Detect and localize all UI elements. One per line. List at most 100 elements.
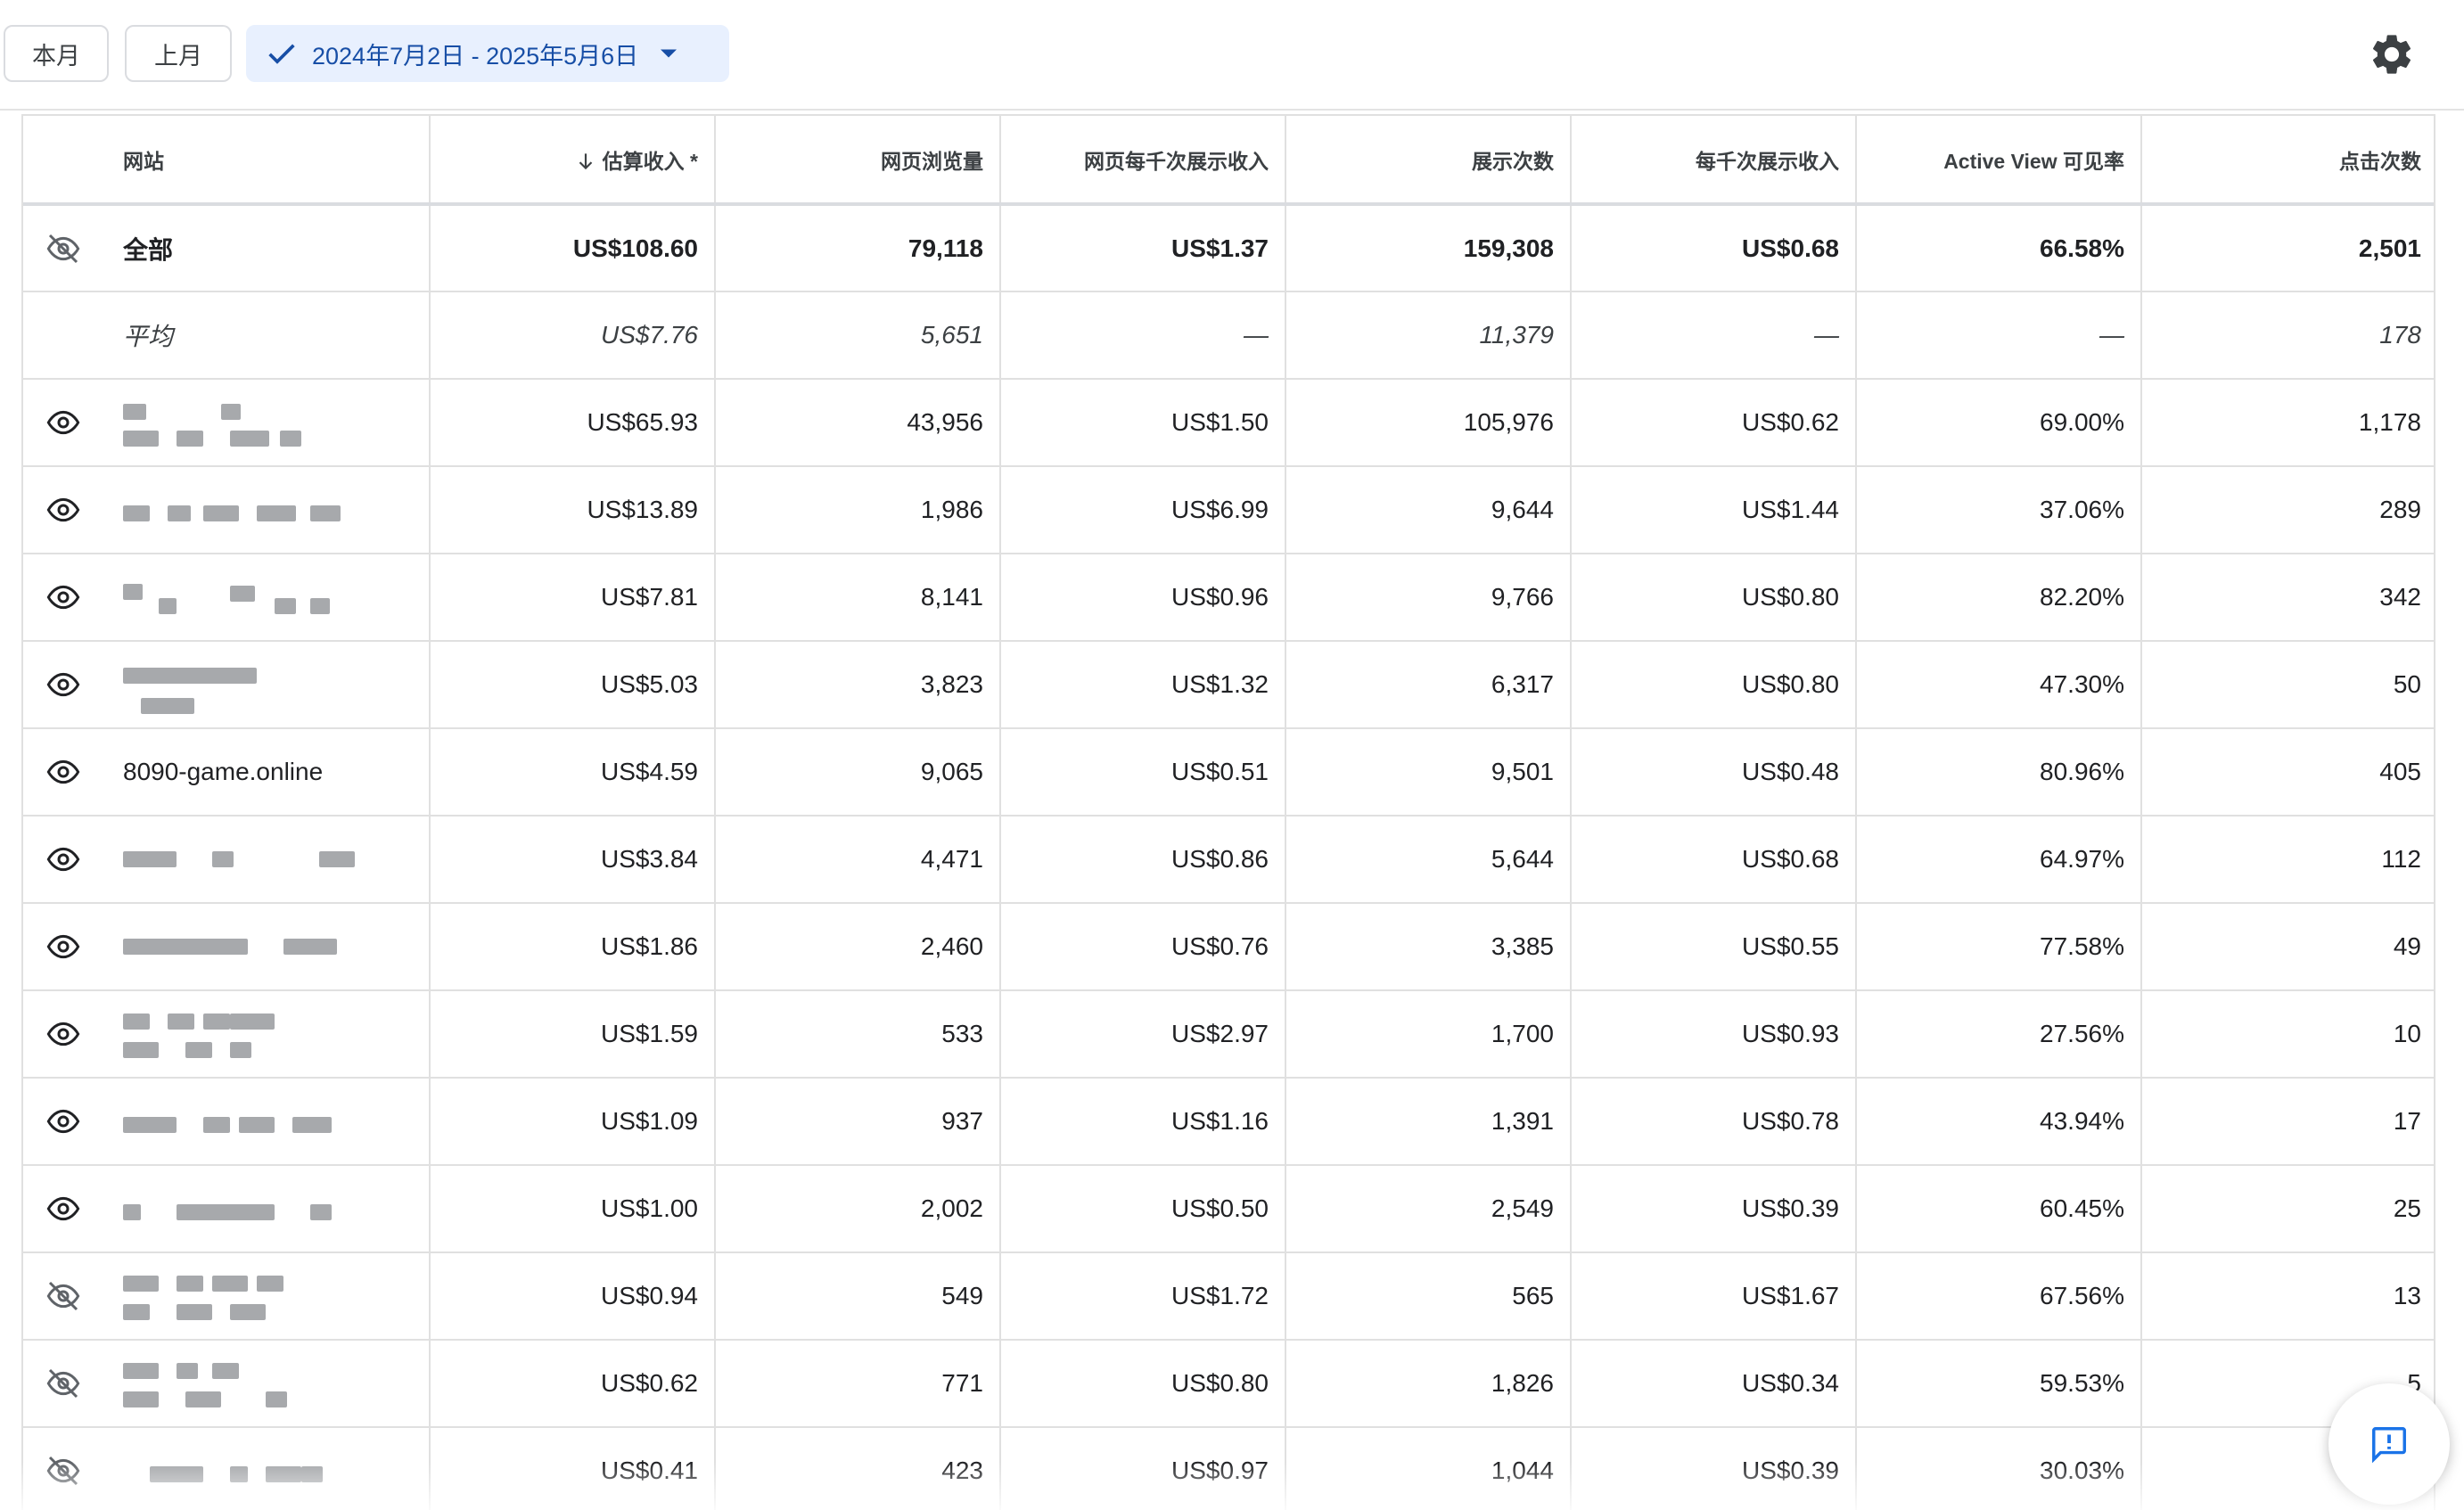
cell-active-view: 69.00% <box>1856 379 2142 467</box>
table-header-row: 网站 估算收入 * 网页浏览量 网页每千次展示收入 展示次数 每千次展示收入 A… <box>23 114 2434 206</box>
site-cell <box>23 1078 431 1166</box>
eye-icon[interactable] <box>43 841 84 877</box>
average-revenue: US$7.76 <box>430 291 716 380</box>
eye-icon[interactable] <box>43 1191 84 1227</box>
header-pageviews[interactable]: 网页浏览量 <box>715 114 1001 206</box>
table-row[interactable]: US$13.89 1,986 US$6.99 9,644 US$1.44 37.06% 28… <box>23 466 2434 554</box>
table-row[interactable]: 8090-game.online US$4.59 9,065 US$0.51 9,501… <box>23 728 2434 817</box>
table-row[interactable]: US$0.94 549 US$1.72 565 US$1.67 67.56% 13 <box>23 1252 2434 1341</box>
cell-impression-rpm: US$0.68 <box>1571 816 1857 904</box>
date-range-chip[interactable]: 2024年7月2日 - 2025年5月6日 <box>246 25 729 82</box>
redacted-site-name[interactable] <box>123 479 390 541</box>
cell-page-rpm: US$0.86 <box>1000 816 1286 904</box>
table-row[interactable]: US$65.93 43,956 US$1.50 105,976 US$0.62 69.00… <box>23 379 2434 467</box>
cell-page-rpm: US$0.96 <box>1000 554 1286 642</box>
header-site[interactable]: 网站 <box>23 114 431 206</box>
cell-pageviews: 9,065 <box>715 728 1001 817</box>
cell-page-rpm: US$0.76 <box>1000 903 1286 991</box>
site-cell <box>23 816 431 904</box>
cell-revenue: US$65.93 <box>430 379 716 467</box>
table-row[interactable]: US$1.09 937 US$1.16 1,391 US$0.78 43.94% 17 <box>23 1078 2434 1166</box>
eye-icon[interactable] <box>43 579 84 615</box>
cell-impressions: 2,549 <box>1285 1165 1572 1253</box>
cell-active-view: 82.20% <box>1856 554 2142 642</box>
cell-revenue: US$1.86 <box>430 903 716 991</box>
cell-clicks: 289 <box>2141 466 2434 554</box>
table-row[interactable]: US$3.84 4,471 US$0.86 5,644 US$0.68 64.97% 112 <box>23 816 2434 904</box>
cell-revenue: US$3.84 <box>430 816 716 904</box>
header-impressions[interactable]: 展示次数 <box>1285 114 1572 206</box>
eye-icon[interactable] <box>43 754 84 790</box>
eye-off-icon[interactable] <box>43 1278 84 1314</box>
redacted-site-name[interactable] <box>123 1090 390 1153</box>
redacted-site-name[interactable] <box>123 391 390 454</box>
arrow-down-icon <box>579 152 592 169</box>
site-cell: 8090-game.online <box>23 728 431 817</box>
cell-active-view: 80.96% <box>1856 728 2142 817</box>
this-month-chip[interactable]: 本月 <box>4 25 109 82</box>
site-cell <box>23 990 431 1079</box>
total-page-rpm: US$1.37 <box>1000 204 1286 292</box>
cell-page-rpm: US$6.99 <box>1000 466 1286 554</box>
cell-pageviews: 549 <box>715 1252 1001 1341</box>
redacted-site-name[interactable] <box>123 828 390 890</box>
cell-clicks: 49 <box>2141 903 2434 991</box>
cell-impression-rpm: US$0.55 <box>1571 903 1857 991</box>
cell-impressions: 1,700 <box>1285 990 1572 1079</box>
cell-clicks: 112 <box>2141 816 2434 904</box>
header-page-rpm[interactable]: 网页每千次展示收入 <box>1000 114 1286 206</box>
eye-icon[interactable] <box>43 1104 84 1139</box>
cell-page-rpm: US$1.50 <box>1000 379 1286 467</box>
redacted-site-name[interactable] <box>123 566 390 628</box>
average-impression-rpm: — <box>1571 291 1857 380</box>
cell-impressions: 1,826 <box>1285 1340 1572 1428</box>
table-row[interactable]: US$5.03 3,823 US$1.32 6,317 US$0.80 47.30% 50 <box>23 641 2434 729</box>
last-month-chip[interactable]: 上月 <box>125 25 232 82</box>
redacted-site-name[interactable] <box>123 1178 390 1240</box>
cell-impression-rpm: US$0.93 <box>1571 990 1857 1079</box>
cell-impressions: 9,766 <box>1285 554 1572 642</box>
eye-icon[interactable] <box>43 405 84 440</box>
average-label: 平均 <box>123 323 174 350</box>
header-active-view[interactable]: Active View 可见率 <box>1856 114 2142 206</box>
table-row[interactable]: US$0.62 771 US$0.80 1,826 US$0.34 59.53% 5 <box>23 1340 2434 1428</box>
cell-clicks: 17 <box>2141 1078 2434 1166</box>
cell-impressions: 9,501 <box>1285 728 1572 817</box>
average-pageviews: 5,651 <box>715 291 1001 380</box>
site-name[interactable]: 8090-game.online <box>123 758 323 785</box>
redacted-site-name[interactable] <box>123 915 390 978</box>
cell-pageviews: 2,460 <box>715 903 1001 991</box>
cell-active-view: 37.06% <box>1856 466 2142 554</box>
header-revenue[interactable]: 估算收入 * <box>430 114 716 206</box>
header-clicks[interactable]: 点击次数 <box>2141 114 2434 206</box>
average-clicks: 178 <box>2141 291 2434 380</box>
header-impression-rpm[interactable]: 每千次展示收入 <box>1571 114 1857 206</box>
eye-icon[interactable] <box>43 492 84 528</box>
table-row[interactable]: US$7.81 8,141 US$0.96 9,766 US$0.80 82.20% 342 <box>23 554 2434 642</box>
cell-impressions: 5,644 <box>1285 816 1572 904</box>
redacted-site-name[interactable] <box>123 653 390 716</box>
table-row[interactable]: US$1.59 533 US$2.97 1,700 US$0.93 27.56% 10 <box>23 990 2434 1079</box>
redacted-site-name[interactable] <box>123 1265 390 1327</box>
table-row[interactable]: US$1.86 2,460 US$0.76 3,385 US$0.55 77.58% 49 <box>23 903 2434 991</box>
cell-page-rpm: US$0.80 <box>1000 1340 1286 1428</box>
eye-icon[interactable] <box>43 929 84 964</box>
eye-icon[interactable] <box>43 1016 84 1052</box>
header-revenue-label: 估算收入 * <box>602 149 698 173</box>
eye-off-icon[interactable] <box>43 231 84 267</box>
total-row: 全部 US$108.60 79,118 US$1.37 159,308 US$0… <box>23 204 2434 292</box>
site-cell <box>23 903 431 991</box>
eye-off-icon[interactable] <box>43 1366 84 1401</box>
cell-pageviews: 937 <box>715 1078 1001 1166</box>
redacted-site-name[interactable] <box>123 1352 390 1415</box>
table-row[interactable]: US$1.00 2,002 US$0.50 2,549 US$0.39 60.45% 25 <box>23 1165 2434 1253</box>
redacted-site-name[interactable] <box>123 1003 390 1065</box>
cell-impressions: 3,385 <box>1285 903 1572 991</box>
site-cell <box>23 379 431 467</box>
gear-icon[interactable] <box>2368 30 2416 78</box>
cell-revenue: US$1.59 <box>430 990 716 1079</box>
total-clicks: 2,501 <box>2141 204 2434 292</box>
eye-icon[interactable] <box>43 667 84 702</box>
cell-active-view: 77.58% <box>1856 903 2142 991</box>
cell-active-view: 60.45% <box>1856 1165 2142 1253</box>
